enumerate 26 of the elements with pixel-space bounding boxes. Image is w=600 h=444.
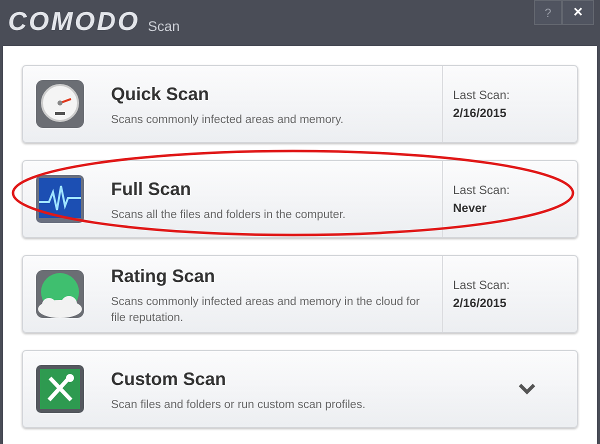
scan-name: Rating Scan [111, 264, 216, 288]
speedometer-icon [35, 79, 85, 129]
scan-option[interactable]: Full Scan Scans all the files and folders in the computer. Last Scan: Never [22, 160, 578, 238]
brand-logo: COMODO [8, 8, 140, 34]
scan-description: Scans commonly infected areas and memory in the cloud for file reputation. [111, 294, 421, 326]
cloud-radar-icon [35, 269, 85, 319]
scan-option[interactable]: Rating Scan Scans commonly infected areas and memory in the cloud for file reputation. Last Scan: 2/16/2015 [22, 255, 578, 333]
scan-name: Quick Scan [111, 82, 210, 106]
chevron-down-icon[interactable] [518, 383, 536, 395]
last-scan-label: Last Scan: [453, 87, 511, 104]
scan-description: Scans commonly infected areas and memory. [111, 112, 344, 128]
tools-icon [35, 364, 85, 414]
last-scan-date: Never [453, 200, 488, 217]
pulse-monitor-icon [35, 174, 85, 224]
scan-name: Full Scan [111, 178, 192, 200]
scan-name: Custom Scan [111, 368, 228, 390]
scan-option[interactable]: Quick Scan Scans commonly infected areas and memory. Last Scan: 2/16/2015 [22, 65, 578, 143]
last-scan-label: Last Scan: [453, 182, 511, 199]
last-scan-date: 2/16/2015 [453, 105, 508, 122]
scan-description: Scans all the files and folders in the computer. [111, 208, 347, 222]
last-scan-date: 2/16/2015 [453, 295, 508, 312]
close-button[interactable]: × [562, 0, 594, 25]
scan-option[interactable]: Custom Scan Scan files and folders or run custom scan profiles. [22, 350, 578, 428]
last-scan-label: Last Scan: [453, 277, 511, 294]
scan-description: Scan files and folders or run custom scan profiles. [111, 398, 366, 412]
window-title: Scan [148, 19, 180, 34]
